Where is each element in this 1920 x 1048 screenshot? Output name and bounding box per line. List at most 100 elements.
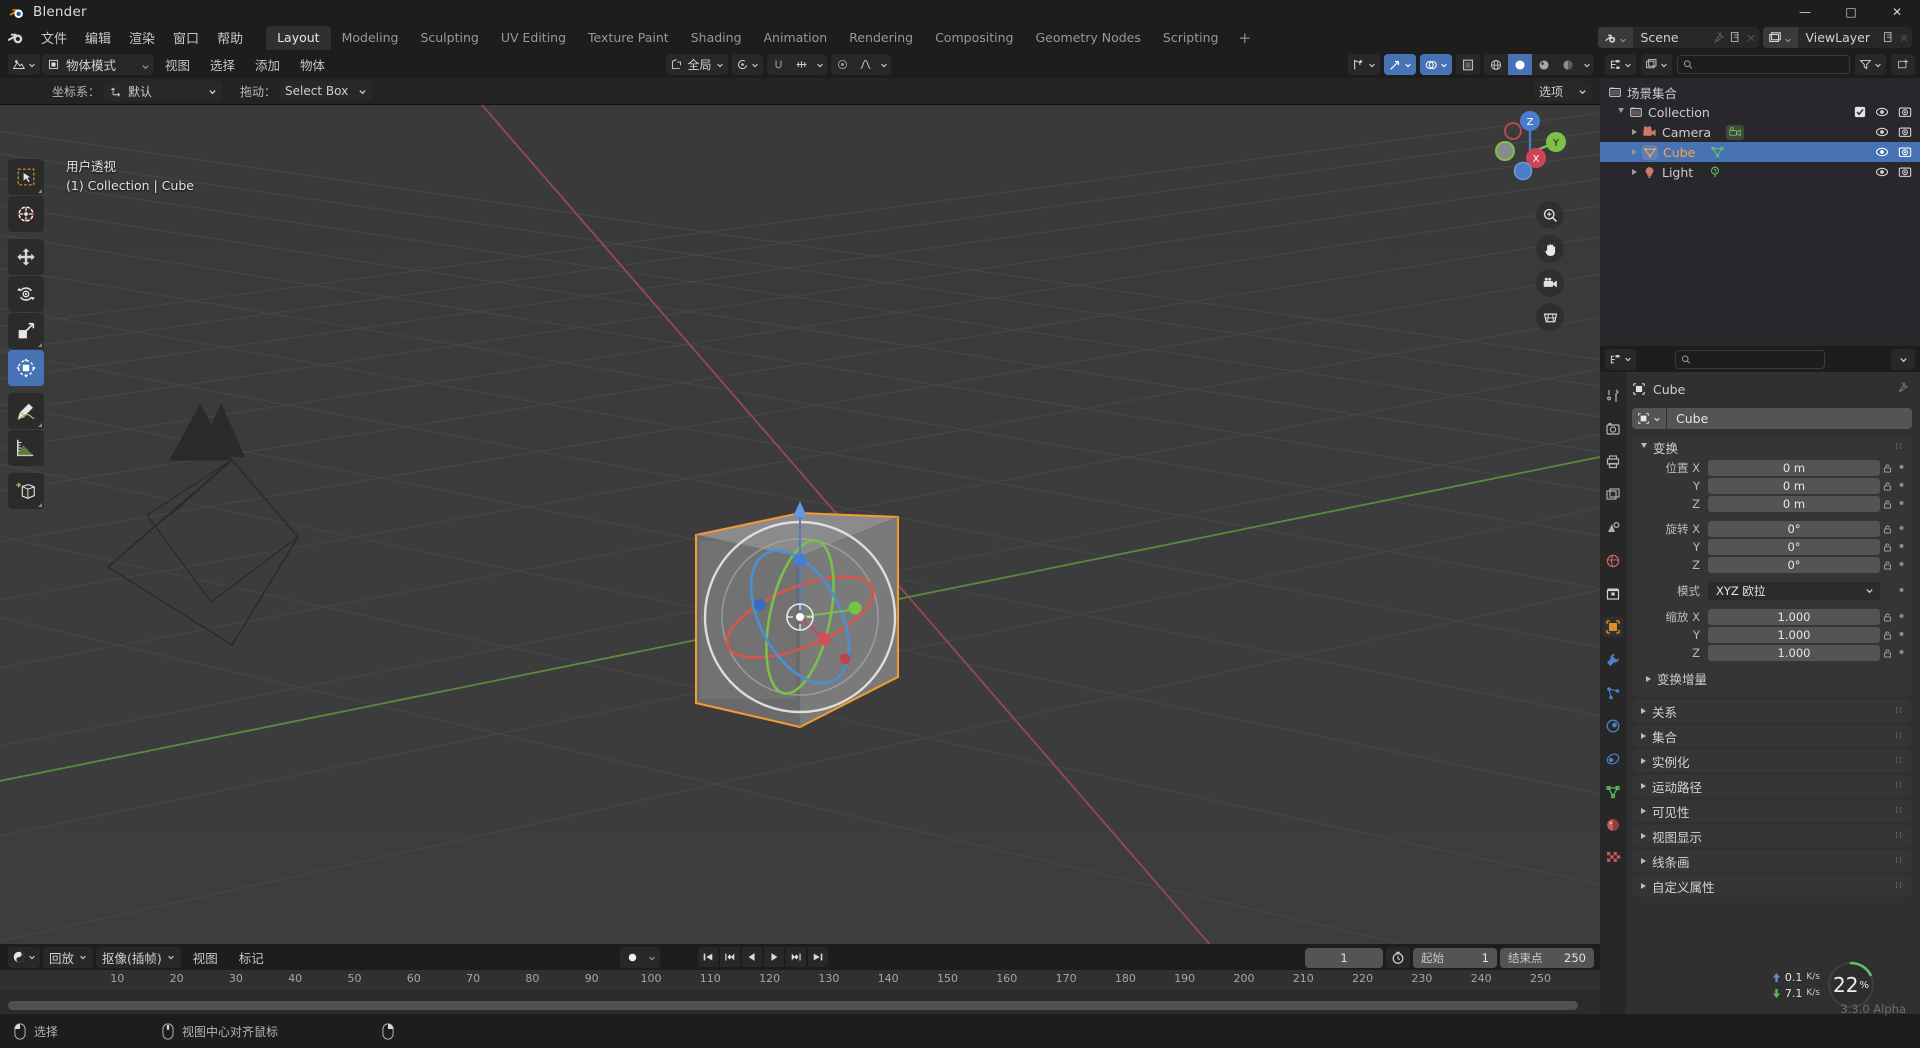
- location-y-lock-icon[interactable]: [1880, 481, 1895, 492]
- snap-toggle-button[interactable]: [767, 54, 790, 75]
- gizmo-toggle-button[interactable]: [1384, 54, 1416, 75]
- viewport-menu-object[interactable]: 物体: [291, 52, 334, 77]
- location-z-animate-icon[interactable]: •: [1895, 497, 1908, 511]
- viewport-menu-add[interactable]: 添加: [246, 52, 289, 77]
- options-dropdown[interactable]: 选项: [1534, 81, 1592, 101]
- outliner-row-camera[interactable]: Camera: [1600, 122, 1920, 142]
- rotation-x-lock-icon[interactable]: [1880, 524, 1895, 535]
- expand-triangle-icon[interactable]: [1632, 169, 1637, 175]
- visibility-selector[interactable]: [1348, 54, 1380, 75]
- outliner-search-box[interactable]: [1677, 55, 1850, 74]
- close-button[interactable]: ✕: [1874, 0, 1920, 24]
- scene-name[interactable]: Scene: [1633, 30, 1711, 45]
- timeline-menu-view[interactable]: 视图: [184, 945, 227, 970]
- new-scene-icon[interactable]: [1727, 30, 1743, 46]
- viewport-canvas[interactable]: [0, 105, 1600, 944]
- shading-rendered-button[interactable]: [1556, 54, 1580, 75]
- scale-y-lock-icon[interactable]: [1880, 630, 1895, 641]
- viewlayer-name[interactable]: ViewLayer: [1798, 30, 1880, 45]
- outliner-search-input[interactable]: [1697, 57, 1844, 72]
- object-name-field[interactable]: Cube: [1667, 408, 1912, 429]
- new-viewlayer-icon[interactable]: [1880, 30, 1896, 46]
- timeline-editor-type-button[interactable]: [8, 946, 40, 968]
- navigation-gizmo[interactable]: Z Y X: [1484, 99, 1572, 187]
- tab-compositing[interactable]: Compositing: [924, 26, 1024, 50]
- menu-window[interactable]: 窗口: [164, 25, 208, 50]
- menu-render[interactable]: 渲染: [120, 25, 164, 50]
- properties-options-button[interactable]: [1891, 348, 1915, 370]
- editor-type-button[interactable]: [8, 54, 40, 75]
- jump-to-next-keyframe-button[interactable]: [786, 947, 806, 967]
- jump-to-prev-keyframe-button[interactable]: [720, 947, 740, 967]
- outliner-filter-button[interactable]: [1855, 54, 1886, 75]
- auto-keying-button[interactable]: [620, 947, 644, 968]
- panel-collections[interactable]: 集合 ⁞⁞: [1632, 725, 1912, 747]
- pivot-point-selector[interactable]: [732, 54, 763, 75]
- minimize-button[interactable]: —: [1782, 0, 1828, 24]
- location-z-lock-icon[interactable]: [1880, 499, 1895, 510]
- jump-to-end-button[interactable]: [808, 947, 828, 967]
- rotation-z-animate-icon[interactable]: •: [1895, 558, 1908, 572]
- viewlayer-browse-button[interactable]: [1763, 27, 1799, 48]
- rotation-mode-animate-icon[interactable]: •: [1895, 584, 1908, 598]
- mesh-data-icon[interactable]: [1710, 145, 1725, 159]
- proportional-edit-toggle[interactable]: [831, 54, 854, 75]
- panel-instancing[interactable]: 实例化 ⁞⁞: [1632, 750, 1912, 772]
- timeline-menu-marker[interactable]: 标记: [230, 945, 273, 970]
- panel-custom-properties-header[interactable]: 自定义属性 ⁞⁞: [1632, 875, 1912, 897]
- drag-dots-icon[interactable]: ⁞⁞: [1895, 881, 1903, 891]
- outliner-row-collection[interactable]: Collection: [1600, 102, 1920, 122]
- menu-edit[interactable]: 编辑: [76, 25, 120, 50]
- location-x-animate-icon[interactable]: •: [1895, 461, 1908, 475]
- orientation-dropdown[interactable]: 默认: [104, 81, 223, 101]
- delete-scene-icon[interactable]: [1743, 30, 1759, 46]
- expand-triangle-icon[interactable]: [1632, 149, 1637, 155]
- delete-viewlayer-icon[interactable]: [1896, 30, 1912, 46]
- scale-y-field[interactable]: 1.000: [1708, 627, 1880, 643]
- panel-collections-header[interactable]: 集合 ⁞⁞: [1632, 725, 1912, 747]
- tab-scripting[interactable]: Scripting: [1152, 26, 1230, 50]
- tool-scale[interactable]: [8, 313, 44, 349]
- tab-material[interactable]: [1603, 815, 1623, 835]
- panel-custom-properties[interactable]: 自定义属性 ⁞⁞: [1632, 875, 1912, 897]
- rotation-x-field[interactable]: 0°: [1708, 521, 1880, 537]
- overlays-toggle-button[interactable]: [1420, 54, 1452, 75]
- tab-texture[interactable]: [1603, 848, 1623, 868]
- tab-sculpting[interactable]: Sculpting: [409, 26, 489, 50]
- tab-object[interactable]: [1603, 617, 1623, 637]
- tool-add-cube[interactable]: [8, 473, 44, 509]
- drag-dots-icon[interactable]: ⁞⁞: [1895, 756, 1903, 766]
- outliner-display-mode-button[interactable]: [1641, 54, 1672, 75]
- tab-modifiers[interactable]: [1603, 650, 1623, 670]
- tab-world[interactable]: [1603, 551, 1623, 571]
- drag-dots-icon[interactable]: ⁞⁞: [1895, 831, 1903, 841]
- pan-hand-icon[interactable]: [1536, 235, 1564, 263]
- properties-search-input[interactable]: [1695, 352, 1819, 366]
- panel-line-art[interactable]: 线条画 ⁞⁞: [1632, 850, 1912, 872]
- rotation-mode-dropdown[interactable]: XYZ 欧拉: [1708, 582, 1880, 600]
- tab-constraints[interactable]: [1603, 749, 1623, 769]
- tab-view-layer[interactable]: [1603, 485, 1623, 505]
- outliner-row-cube[interactable]: Cube: [1600, 142, 1920, 162]
- start-frame-field[interactable]: 起始 1: [1413, 947, 1497, 968]
- properties-editor-type-button[interactable]: [1605, 348, 1636, 370]
- panel-line-art-header[interactable]: 线条画 ⁞⁞: [1632, 850, 1912, 872]
- tab-object-data[interactable]: [1603, 782, 1623, 802]
- scale-x-animate-icon[interactable]: •: [1895, 610, 1908, 624]
- drag-dots-icon[interactable]: ⁞⁞: [1895, 781, 1903, 791]
- pin-icon[interactable]: [1711, 30, 1727, 46]
- panel-visibility-header[interactable]: 可见性 ⁞⁞: [1632, 800, 1912, 822]
- expand-triangle-icon[interactable]: [1618, 108, 1624, 116]
- outliner-row-light[interactable]: Light: [1600, 162, 1920, 182]
- tool-measure[interactable]: [8, 430, 44, 466]
- rotation-x-animate-icon[interactable]: •: [1895, 522, 1908, 536]
- use-preview-range-icon[interactable]: [1386, 947, 1410, 968]
- scene-browse-button[interactable]: [1598, 27, 1634, 48]
- shading-wireframe-button[interactable]: [1484, 54, 1508, 75]
- timeline-playback-menu[interactable]: 回放: [43, 946, 94, 968]
- shading-solid-button[interactable]: [1508, 54, 1532, 75]
- rotation-y-field[interactable]: 0°: [1708, 539, 1880, 555]
- play-reverse-button[interactable]: [742, 947, 762, 967]
- panel-motion-paths[interactable]: 运动路径 ⁞⁞: [1632, 775, 1912, 797]
- transform-panel-header[interactable]: 变换 ⁞⁞: [1632, 436, 1912, 458]
